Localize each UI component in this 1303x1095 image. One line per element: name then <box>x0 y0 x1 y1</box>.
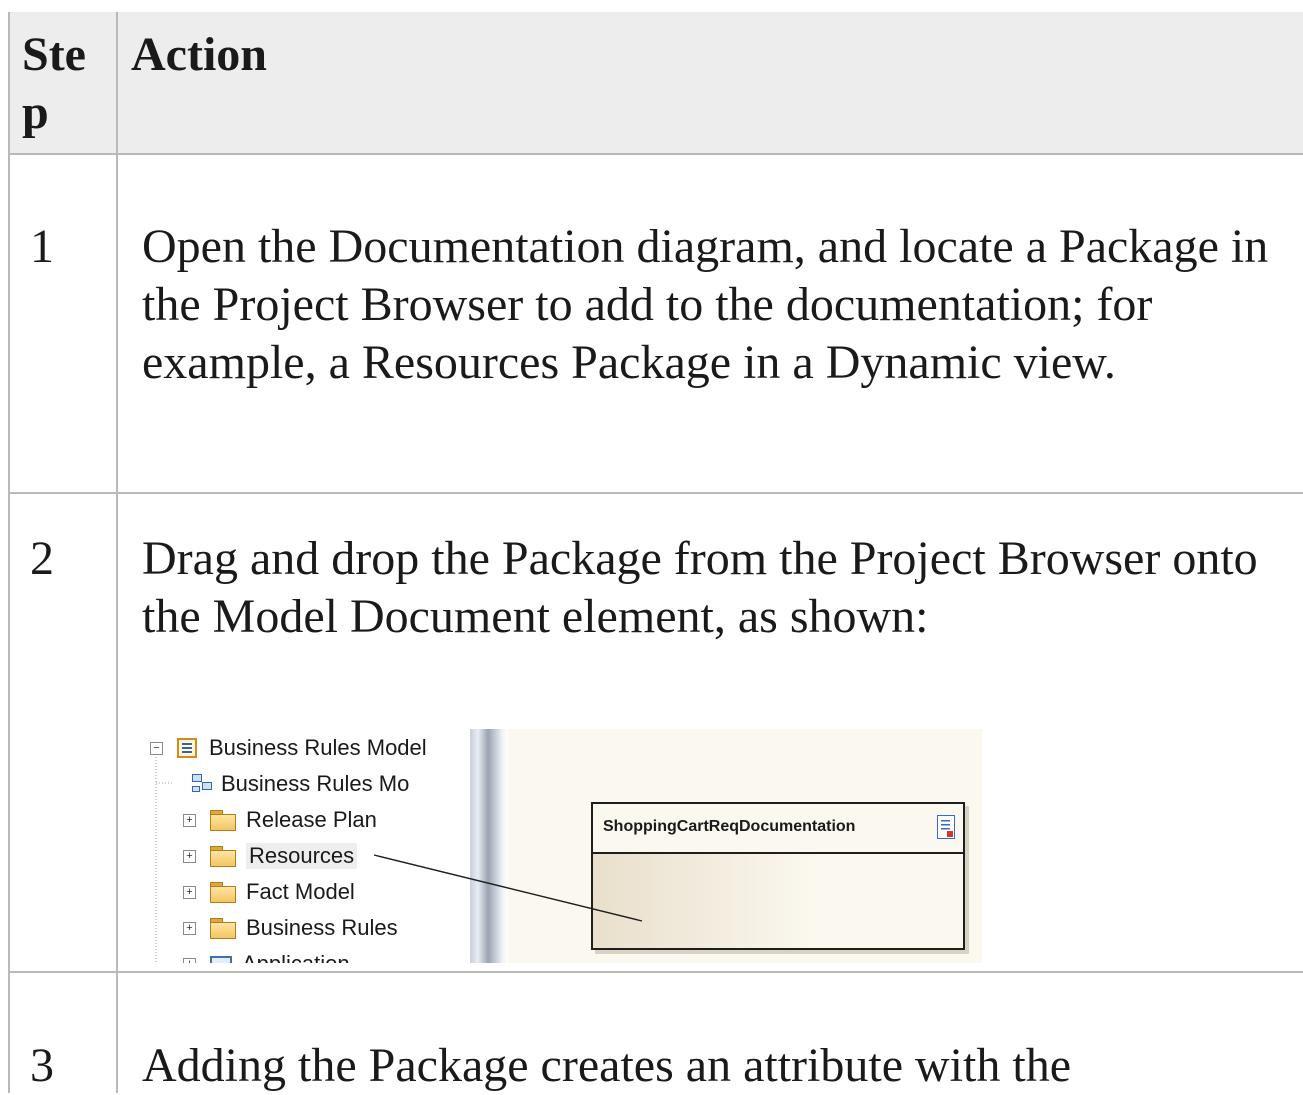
project-browser-tree: − Business Rules Model Business Rules Mo… <box>142 729 458 963</box>
row-divider-2 <box>8 971 1303 973</box>
collapse-icon[interactable]: − <box>150 741 163 755</box>
tree-item-application[interactable]: + Application <box>183 949 350 963</box>
expand-icon[interactable]: + <box>183 957 196 963</box>
tree-item-label: Application <box>242 951 350 963</box>
tree-item-business-rules[interactable]: + Business Rules <box>183 913 398 943</box>
step-number-2: 2 <box>30 532 54 585</box>
tree-item-business-rules-diagram[interactable]: Business Rules Mo <box>191 769 409 799</box>
tree-item-label: Fact Model <box>246 879 355 904</box>
expand-icon[interactable]: + <box>183 885 196 899</box>
table-left-border <box>8 12 10 1093</box>
diagram-icon <box>191 773 213 795</box>
row-divider-1 <box>8 492 1303 494</box>
expand-icon[interactable]: + <box>183 849 196 863</box>
application-icon <box>210 956 232 963</box>
folder-icon <box>210 810 236 831</box>
tree-item-release-plan[interactable]: + Release Plan <box>183 805 377 835</box>
tree-item-label: Business Rules Mo <box>221 771 410 796</box>
step-action-3: Adding the Package creates an attribute … <box>142 1039 1071 1092</box>
model-document-body <box>593 854 963 948</box>
tree-item-label: Resources <box>246 843 358 869</box>
folder-icon <box>210 882 236 903</box>
step-action-1: Open the Documentation diagram, and loca… <box>142 220 1269 389</box>
model-document-header: ShoppingCartReqDocumentation <box>593 804 963 854</box>
expand-icon[interactable]: + <box>183 921 196 935</box>
tree-item-label: Business Rules Model <box>209 735 427 760</box>
step-action-2: Drag and drop the Package from the Proje… <box>142 532 1258 643</box>
step-number-3: 3 <box>30 1039 54 1092</box>
folder-icon <box>210 918 236 939</box>
model-document-element[interactable]: ShoppingCartReqDocumentation <box>591 802 965 950</box>
tree-item-label: Release Plan <box>246 807 377 832</box>
model-document-title: ShoppingCartReqDocumentation <box>603 818 856 835</box>
document-icon <box>937 815 955 839</box>
expand-icon[interactable]: + <box>183 813 196 827</box>
folder-icon <box>210 846 236 867</box>
tree-item-fact-model[interactable]: + Fact Model <box>183 877 355 907</box>
drag-drop-screenshot: − Business Rules Model Business Rules Mo… <box>142 729 982 963</box>
pane-splitter[interactable] <box>458 729 508 963</box>
tree-item-resources[interactable]: + Resources <box>183 841 358 871</box>
step-number-1: 1 <box>30 220 54 273</box>
header-step: Ste p <box>22 28 86 139</box>
tree-item-label: Business Rules <box>246 915 398 940</box>
header-action: Action <box>131 28 267 81</box>
column-divider <box>116 12 118 1093</box>
diagram-canvas[interactable]: ShoppingCartReqDocumentation <box>508 729 982 963</box>
model-package-icon <box>177 738 197 758</box>
header-bottom-border <box>8 153 1303 155</box>
tree-item-business-rules-model[interactable]: − Business Rules Model <box>150 733 427 763</box>
